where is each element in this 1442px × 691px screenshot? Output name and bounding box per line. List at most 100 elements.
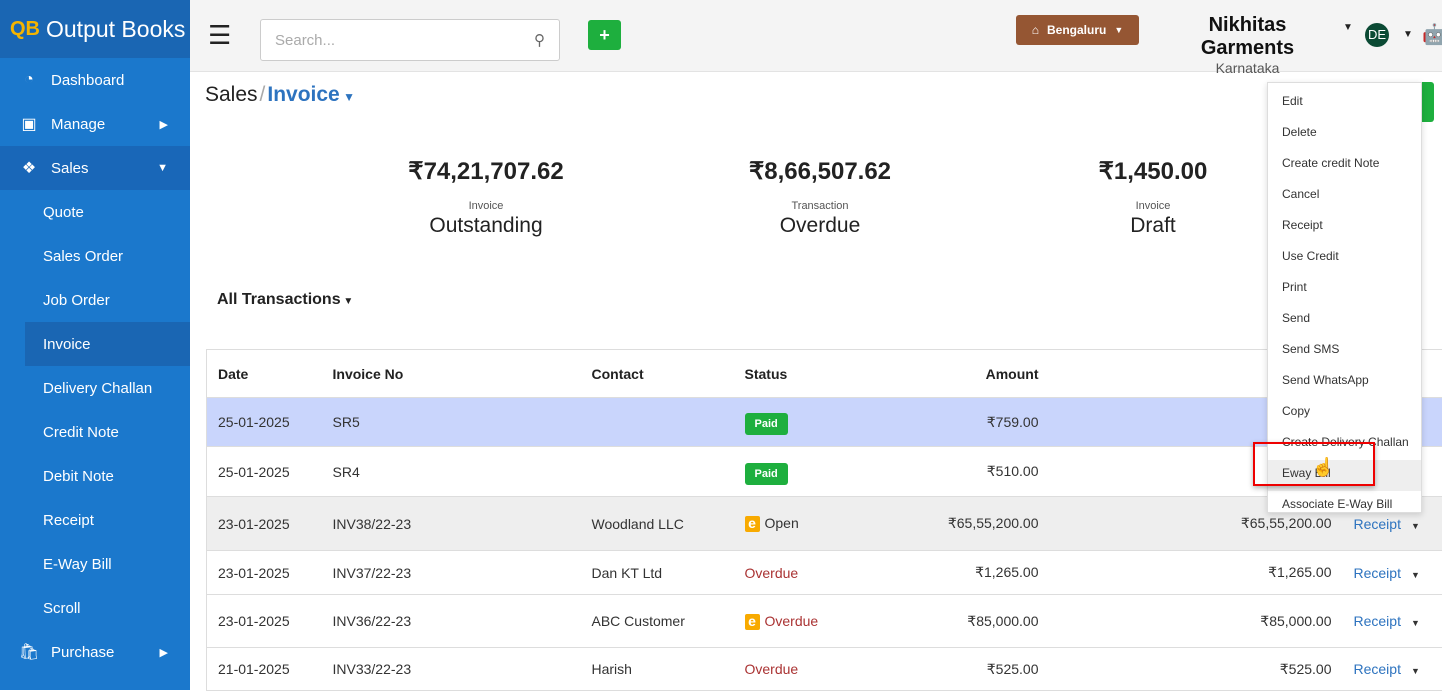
shopping-bag-icon: 🛍 (18, 642, 40, 662)
sidebar-sub-scroll[interactable]: Scroll (0, 586, 190, 630)
sidebar-sub-invoice[interactable]: Invoice (25, 322, 190, 366)
sidebar-sub-sales-order[interactable]: Sales Order (0, 234, 190, 278)
cell-date: 25-01-2025 (207, 447, 333, 497)
menu-item-delete[interactable]: Delete (1268, 119, 1421, 150)
caret-down-icon[interactable]: ▼ (1401, 666, 1420, 676)
menu-item-use-credit[interactable]: Use Credit (1268, 243, 1421, 274)
menu-item-associate-e-way-bill[interactable]: Associate E-Way Bill (1268, 491, 1421, 522)
stat-title: Overdue (700, 214, 940, 238)
hand-cursor-icon: ☝ (1312, 457, 1334, 478)
caret-down-icon[interactable]: ▼ (340, 90, 355, 104)
receipt-link[interactable]: Receipt (1354, 613, 1401, 629)
add-button[interactable]: + (588, 20, 621, 50)
receipt-link[interactable]: Receipt (1354, 565, 1401, 581)
cell-amount: ₹85,000.00 (895, 595, 1039, 648)
cell-date: 25-01-2025 (207, 398, 333, 447)
caret-down-icon[interactable]: ▼ (1401, 570, 1420, 580)
topbar: ☰ Search...⚲ + ⌂Bengaluru▼ Nikhitas Garm… (190, 0, 1442, 72)
brand-name: Output Books (46, 16, 185, 43)
menu-item-send-sms[interactable]: Send SMS (1268, 336, 1421, 367)
search-icon[interactable]: ⚲ (534, 31, 545, 49)
menu-item-receipt[interactable]: Receipt (1268, 212, 1421, 243)
cell-status: e Overdue (745, 595, 895, 648)
cell-invoice-no[interactable]: INV37/22-23 (333, 551, 592, 595)
stat-draft[interactable]: ₹1,450.00InvoiceDraft (1033, 157, 1273, 238)
search-input[interactable]: Search...⚲ (260, 19, 560, 61)
stat-label: Transaction (700, 200, 940, 212)
col-contact[interactable]: Contact (592, 350, 745, 398)
stat-outstanding[interactable]: ₹74,21,707.62InvoiceOutstanding (366, 157, 606, 238)
cell-date: 21-01-2025 (207, 648, 333, 691)
menu-item-copy[interactable]: Copy (1268, 398, 1421, 429)
table-row[interactable]: 25-01-2025 SR5 Paid ₹759.00 (207, 398, 1442, 447)
stat-value: ₹74,21,707.62 (366, 157, 606, 186)
sidebar-sub-delivery-challan[interactable]: Delivery Challan (0, 366, 190, 410)
table-row[interactable]: 21-01-2025 INV33/22-23 Harish Overdue ₹5… (207, 648, 1442, 691)
cell-status: e Open (745, 497, 895, 551)
cell-invoice-no[interactable]: INV33/22-23 (333, 648, 592, 691)
brand[interactable]: QB Output Books (0, 0, 190, 58)
filter-label: All Transactions (217, 291, 341, 308)
menu-item-create-credit-note[interactable]: Create credit Note (1268, 150, 1421, 181)
cell-amount: ₹1,265.00 (895, 551, 1039, 595)
table-row[interactable]: 23-01-2025 INV36/22-23 ABC Customer eOve… (207, 595, 1442, 648)
sidebar-sub-eway-bill[interactable]: E-Way Bill (0, 542, 190, 586)
chevron-right-icon: ▶ (160, 646, 168, 659)
company-switcher[interactable]: Nikhitas GarmentsKarnataka (1160, 14, 1335, 76)
cell-invoice-no[interactable]: INV36/22-23 (333, 595, 592, 648)
caret-down-icon[interactable]: ▼ (1403, 29, 1413, 40)
breadcrumb-current[interactable]: Invoice (267, 83, 339, 106)
table-row[interactable]: 23-01-2025 INV37/22-23 Dan KT Ltd Overdu… (207, 551, 1442, 595)
caret-down-icon: ▼ (341, 296, 354, 307)
transactions-filter[interactable]: All Transactions ▼ (217, 291, 353, 309)
stat-overdue[interactable]: ₹8,66,507.62TransactionOverdue (700, 157, 940, 238)
breadcrumb-parent[interactable]: Sales (205, 83, 258, 106)
status-text: Overdue (765, 613, 819, 629)
menu-item-print[interactable]: Print (1268, 274, 1421, 305)
status-text: Open (765, 515, 799, 531)
eway-icon: e (745, 516, 760, 532)
caret-down-icon[interactable]: ▼ (1401, 521, 1420, 531)
eway-icon: e (745, 614, 760, 630)
sidebar-item-sales[interactable]: ❖Sales▼ (0, 146, 190, 190)
receipt-link[interactable]: Receipt (1354, 661, 1401, 677)
menu-toggle-icon[interactable]: ☰ (208, 25, 231, 45)
label: Manage (51, 116, 105, 133)
menu-item-send[interactable]: Send (1268, 305, 1421, 336)
sidebar-sub-quote[interactable]: Quote (0, 190, 190, 234)
location-dropdown[interactable]: ⌂Bengaluru▼ (1016, 15, 1139, 45)
logo-icon: QB (10, 18, 40, 41)
cell-contact: Harish (592, 648, 745, 691)
caret-down-icon[interactable]: ▼ (1343, 22, 1353, 33)
bot-icon[interactable]: 🤖 (1422, 22, 1442, 47)
company-state: Karnataka (1160, 60, 1335, 76)
cell-invoice-no[interactable]: SR4 (333, 447, 592, 497)
stat-label: Invoice (1033, 200, 1273, 212)
caret-down-icon[interactable]: ▼ (1401, 618, 1420, 628)
col-invoice-no[interactable]: Invoice No (333, 350, 592, 398)
sidebar-sub-debit-note[interactable]: Debit Note (0, 454, 190, 498)
stat-label: Invoice (366, 200, 606, 212)
sidebar-item-dashboard[interactable]: ◔Dashboard (0, 58, 190, 102)
cell-status: Paid (745, 447, 895, 497)
table-row[interactable]: 23-01-2025 INV38/22-23 Woodland LLC eOpe… (207, 497, 1442, 551)
sidebar-item-manage[interactable]: ▣Manage▶ (0, 102, 190, 146)
contacts-icon: ▣ (18, 114, 40, 134)
col-status[interactable]: Status (745, 350, 895, 398)
menu-item-edit[interactable]: Edit (1268, 88, 1421, 119)
cell-invoice-no[interactable]: SR5 (333, 398, 592, 447)
sidebar-item-purchase[interactable]: 🛍Purchase▶ (0, 630, 190, 674)
cell-status: Overdue (745, 648, 895, 691)
cell-invoice-no[interactable]: INV38/22-23 (333, 497, 592, 551)
label: Sales (51, 160, 89, 177)
col-amount[interactable]: Amount (895, 350, 1039, 398)
caret-down-icon: ▼ (1114, 25, 1123, 35)
menu-item-send-whatsapp[interactable]: Send WhatsApp (1268, 367, 1421, 398)
sidebar-sub-receipt[interactable]: Receipt (0, 498, 190, 542)
avatar[interactable]: DE (1365, 23, 1389, 47)
sidebar-sub-credit-note[interactable]: Credit Note (0, 410, 190, 454)
col-date[interactable]: Date (207, 350, 333, 398)
new-invoice-button[interactable] (1421, 82, 1434, 122)
menu-item-cancel[interactable]: Cancel (1268, 181, 1421, 212)
sidebar-sub-job-order[interactable]: Job Order (0, 278, 190, 322)
